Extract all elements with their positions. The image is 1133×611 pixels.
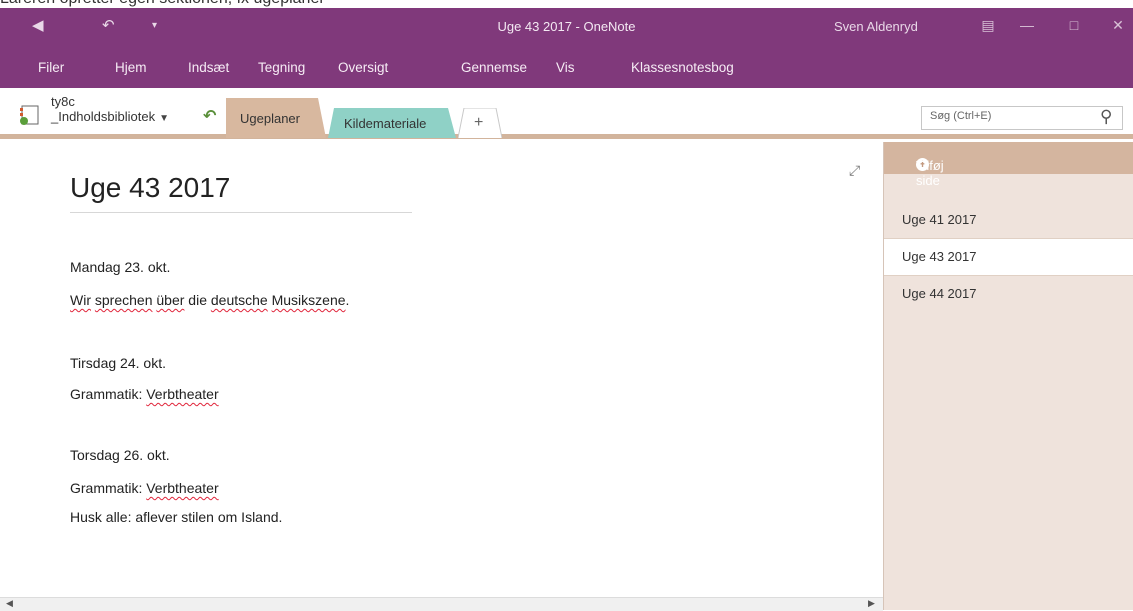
scroll-left-icon[interactable]: ◀ (6, 598, 13, 609)
note-line-thursday[interactable]: Torsdag 26. okt. (70, 447, 170, 463)
tab-oversigt[interactable]: Oversigt (338, 60, 388, 75)
tab-tegning[interactable]: Tegning (258, 60, 305, 75)
maximize-icon[interactable]: □ (1062, 14, 1086, 36)
scroll-right-icon[interactable]: ▶ (868, 598, 875, 609)
note-line-tuesday-text[interactable]: Grammatik: Verbtheater (70, 386, 219, 402)
notebook-switcher[interactable]: ty8c _Indholdsbibliotek ▼ (51, 94, 169, 126)
tab-filer[interactable]: Filer (38, 60, 64, 75)
caption-text: Lareren opretter egen sektionen, fx ugep… (0, 0, 325, 8)
page-title[interactable]: Uge 43 2017 (70, 172, 230, 204)
search-icon[interactable]: ⚲ (1100, 107, 1112, 127)
section-tab-label: Ugeplaner (240, 111, 300, 126)
ribbon: Filer Hjem Indsæt Tegning Oversigt Genne… (0, 44, 1133, 88)
tab-gennemse[interactable]: Gennemse (461, 60, 527, 75)
tab-indsaet[interactable]: Indsæt (188, 60, 229, 75)
section-tab-label: Kildemateriale (344, 116, 427, 131)
minimize-icon[interactable]: — (1015, 14, 1039, 36)
section-tab-kildemateriale[interactable]: Kildemateriale (328, 108, 456, 138)
add-page-button[interactable]: + Tilføj side (884, 142, 1133, 188)
page-item-uge-43[interactable]: Uge 43 2017 (884, 238, 1133, 276)
sync-icon[interactable]: ↶ (203, 106, 216, 126)
page-item-label: Uge 43 2017 (902, 249, 977, 264)
horizontal-scrollbar[interactable]: ◀ ▶ (0, 597, 883, 611)
add-section-button[interactable]: + (458, 108, 502, 138)
search-input[interactable]: Søg (Ctrl+E) ⚲ (921, 106, 1123, 130)
user-name[interactable]: Sven Aldenryd (834, 19, 918, 34)
tab-klassesnotesbog[interactable]: Klassesnotesbog (631, 60, 734, 75)
page-title-underline (70, 212, 412, 213)
section-tab-ugeplaner[interactable]: Ugeplaner (226, 98, 326, 138)
expand-icon[interactable]: ⤢ (849, 162, 860, 179)
note-line-tuesday[interactable]: Tirsdag 24. okt. (70, 355, 166, 371)
ribbon-display-options-icon[interactable]: ▤ (976, 14, 1000, 36)
title-bar: ◀ ↶ ▾ Uge 43 2017 - OneNote Sven Aldenry… (0, 8, 1133, 44)
notebook-icon[interactable] (18, 104, 40, 126)
page-item-label: Uge 44 2017 (902, 286, 977, 301)
plus-icon: + (474, 114, 484, 131)
tab-hjem[interactable]: Hjem (115, 60, 147, 75)
notebook-name: ty8c (51, 94, 75, 109)
note-line-reminder[interactable]: Husk alle: aflever stilen om Island. (70, 509, 282, 525)
tab-vis[interactable]: Vis (556, 60, 575, 75)
search-placeholder: Søg (Ctrl+E) (930, 110, 992, 122)
note-line-thursday-text[interactable]: Grammatik: Verbtheater (70, 480, 219, 496)
caption-strip: Lareren opretter egen sektionen, fx ugep… (0, 0, 1133, 8)
notebook-section-group: _Indholdsbibliotek (51, 109, 156, 124)
page-item-uge-41[interactable]: Uge 41 2017 (884, 202, 1133, 238)
add-page-label: Tilføj side (916, 158, 944, 188)
window-title: Uge 43 2017 - OneNote (497, 19, 636, 34)
page-item-label: Uge 41 2017 (902, 212, 977, 227)
note-line-monday[interactable]: Mandag 23. okt. (70, 259, 170, 275)
close-icon[interactable]: ✕ (1106, 14, 1130, 36)
section-bar-underline (0, 134, 1133, 139)
note-line-monday-text[interactable]: Wir sprechen über die deutsche Musikszen… (70, 292, 349, 308)
pages-pane: + Tilføj side Uge 41 2017 Uge 43 2017 Uge… (883, 142, 1133, 610)
page-item-uge-44[interactable]: Uge 44 2017 (884, 276, 1133, 312)
chevron-down-icon: ▼ (159, 113, 169, 124)
